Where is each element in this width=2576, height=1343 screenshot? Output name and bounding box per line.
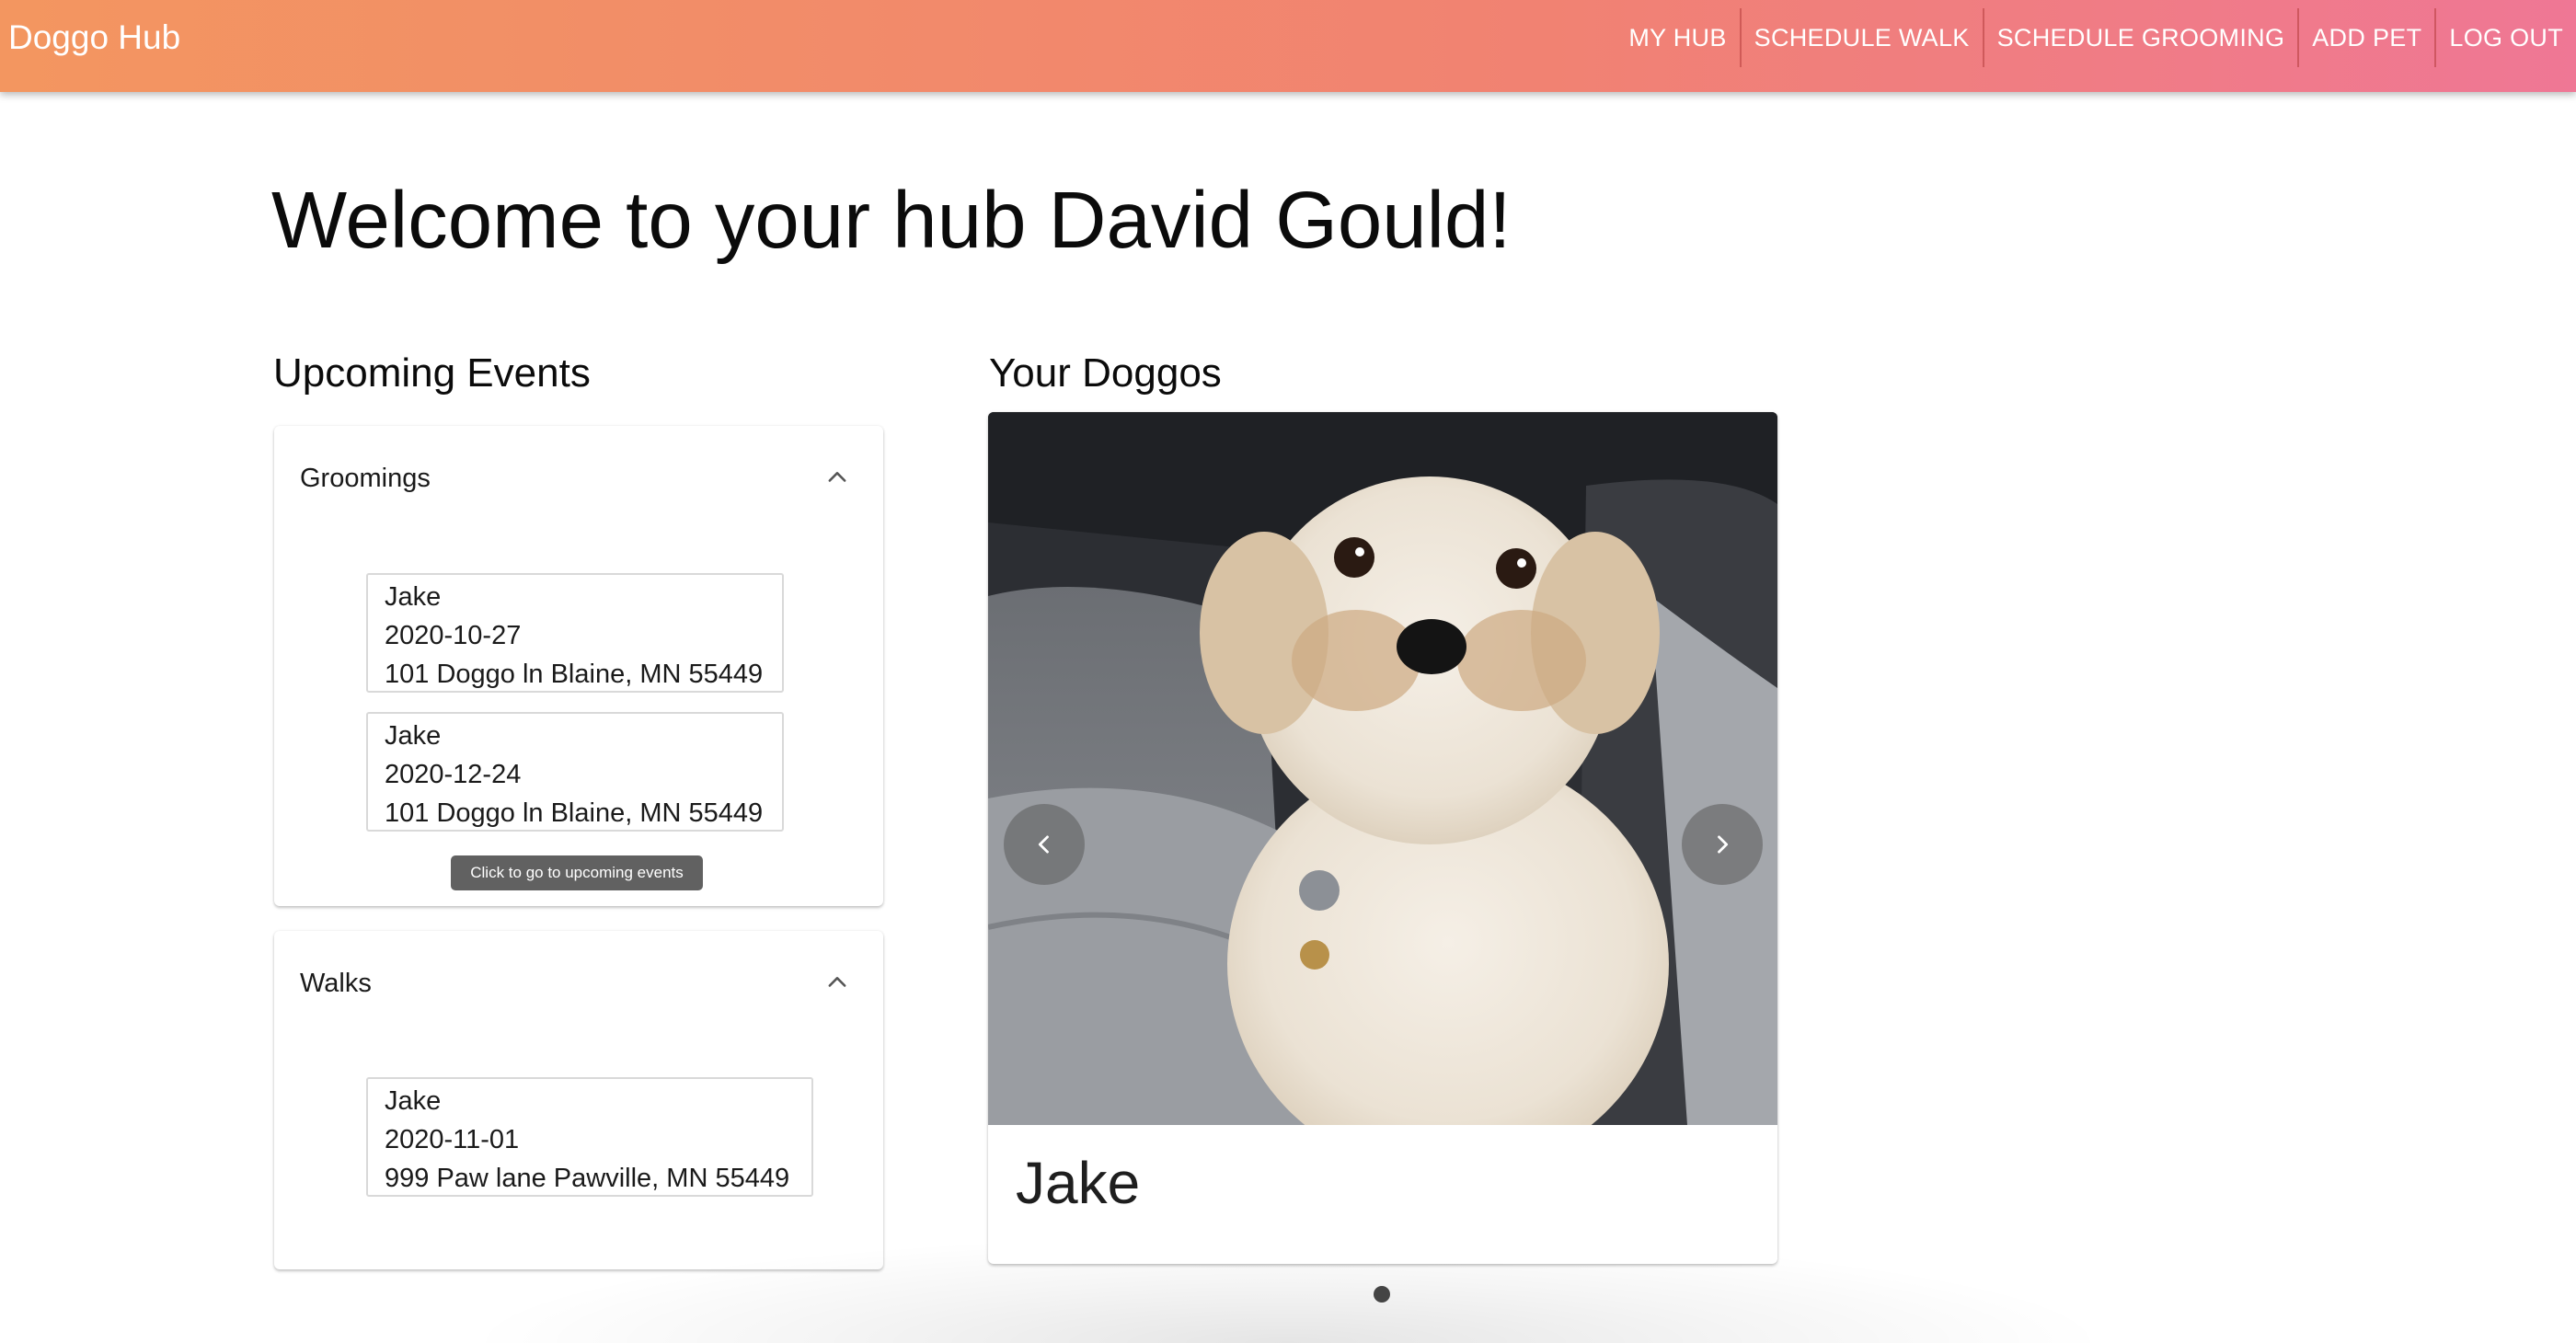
event-pet-name: Jake — [385, 721, 442, 751]
event-address: 101 Doggo ln Blaine, MN 55449 — [385, 660, 764, 689]
your-doggos-title: Your Doggos — [989, 350, 1222, 396]
chevron-left-icon — [1038, 835, 1049, 854]
grooming-event-card[interactable]: Jake 2020-10-27 101 Doggo ln Blaine, MN … — [366, 573, 784, 693]
nav-log-out[interactable]: LOG OUT — [2436, 8, 2576, 67]
event-address: 101 Doggo ln Blaine, MN 55449 — [385, 798, 764, 828]
pet-photo — [988, 412, 1777, 1125]
doggo-carousel: Jake — [988, 412, 1777, 1264]
event-date: 2020-12-24 — [385, 760, 522, 789]
carousel-next-button[interactable] — [1682, 804, 1763, 885]
carousel-indicator-dot[interactable] — [1374, 1286, 1390, 1303]
upcoming-events-title: Upcoming Events — [273, 350, 591, 396]
event-pet-name: Jake — [385, 1086, 442, 1116]
pet-name: Jake — [1016, 1150, 1141, 1216]
walks-title: Walks — [300, 969, 372, 998]
nav-schedule-grooming[interactable]: SCHEDULE GROOMING — [1984, 8, 2298, 67]
event-address: 999 Paw lane Pawville, MN 55449 — [385, 1164, 790, 1193]
grooming-event-card[interactable]: Jake 2020-12-24 101 Doggo ln Blaine, MN … — [366, 712, 784, 832]
chevron-up-icon — [828, 472, 846, 482]
event-pet-name: Jake — [385, 582, 442, 612]
nav-add-pet[interactable]: ADD PET — [2299, 8, 2434, 67]
groomings-title: Groomings — [300, 464, 431, 493]
nav-schedule-walk[interactable]: SCHEDULE WALK — [1742, 8, 1983, 67]
app-bar: Doggo Hub MY HUB SCHEDULE WALK SCHEDULE … — [0, 0, 2576, 92]
nav-my-hub[interactable]: MY HUB — [1616, 8, 1739, 67]
event-date: 2020-10-27 — [385, 621, 522, 650]
chevron-up-icon — [828, 977, 846, 987]
walk-event-card[interactable]: Jake 2020-11-01 999 Paw lane Pawville, M… — [366, 1077, 813, 1197]
event-date: 2020-11-01 — [385, 1125, 520, 1154]
chevron-right-icon — [1718, 835, 1729, 854]
walks-accordion: Walks Jake 2020-11-01 999 Paw lane Pawvi… — [274, 931, 883, 1269]
upcoming-events-tooltip: Click to go to upcoming events — [451, 855, 703, 890]
carousel-prev-button[interactable] — [1004, 804, 1085, 885]
page-title: Welcome to your hub David Gould! — [271, 176, 1512, 265]
main-nav: MY HUB SCHEDULE WALK SCHEDULE GROOMING A… — [1616, 8, 2576, 67]
walks-accordion-header[interactable]: Walks — [274, 931, 883, 1032]
groomings-accordion: Groomings Jake 2020-10-27 101 Doggo ln B… — [274, 426, 883, 906]
brand-logo[interactable]: Doggo Hub — [8, 18, 180, 57]
groomings-accordion-header[interactable]: Groomings — [274, 426, 883, 527]
